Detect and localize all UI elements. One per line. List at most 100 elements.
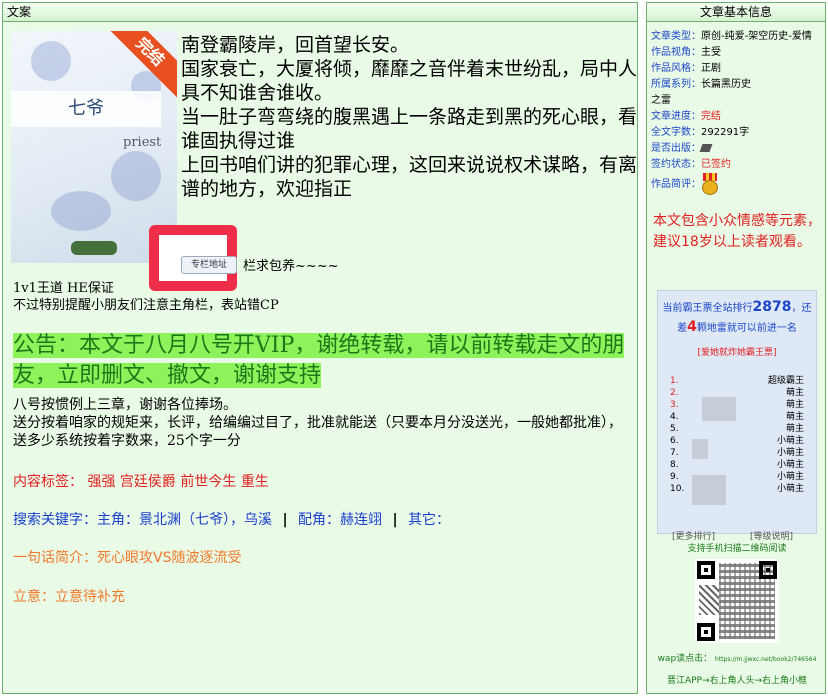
keywords-label: 搜索关键字： [13, 512, 97, 528]
info-row: 签约状态：已签约 [651, 157, 823, 173]
rank-entry: 5. 萌主 [658, 423, 818, 435]
protagonist-names[interactable]: 景北渊（七爷），乌溪 [139, 512, 272, 528]
book-description: 南登霸陵岸，回首望长安。 国家衰亡，大厦将倾，靡靡之音伴着末世纷乱，局中人具不知… [181, 33, 637, 201]
gap-suffix: 颗地雷就可以前进一名 [696, 323, 797, 334]
support-text: 栏求包养~~~~ [243, 259, 339, 274]
qr-pattern [699, 585, 719, 615]
tag-link[interactable]: 宫廷侯爵 [120, 474, 176, 490]
rank-title: 小萌主 [776, 460, 804, 470]
info-row: 全文字数：292291字 [651, 125, 823, 141]
synopsis-header: 文案 [3, 3, 637, 22]
info-value: 主受 [701, 47, 721, 58]
tag-link[interactable]: 前世今生 [180, 474, 236, 490]
rank-title: 萌主 [785, 424, 804, 434]
one-line-summary: 一句话简介：死心眼攻VS随波逐流受 [13, 547, 241, 567]
info-key: 文章类型： [651, 31, 701, 42]
info-row: 文章类型：原创-纯爱-架空历史-爱情 [651, 29, 823, 45]
summary-value: 死心眼攻VS随波逐流受 [97, 550, 242, 566]
info-value: 正剧 [701, 63, 721, 74]
content-tags: 内容标签： 强强 宫廷侯爵 前世今生 重生 [13, 471, 269, 491]
rank-entry: 4. 萌主 [658, 411, 818, 423]
protagonist-label: 主角： [97, 512, 139, 528]
vip-announcement: 公告：本文于八月八号开VIP，谢绝转载，请以前转载走文的朋友，立即删文、撤文，谢… [13, 331, 625, 391]
update-notes: 八号按惯例上三章，谢谢各位捧场。 送分按着咱家的规矩来，长评，给编编过目了，批准… [13, 396, 633, 450]
description-line: 当一肚子弯弯绕的腹黑遇上一条路走到黑的死心眼，看谁固执得过谁 [181, 106, 638, 152]
series-link-tail[interactable]: 之雷 [651, 95, 671, 106]
qr-finder [697, 623, 715, 641]
rank-title: 小萌主 [776, 448, 804, 458]
info-value: 原创-纯爱-架空历史-爱情 [701, 31, 812, 42]
rank-entry: 2. 萌主 [658, 387, 818, 399]
rank-index: 2. [670, 388, 679, 398]
info-key: 作品视角： [651, 47, 701, 58]
info-row: 作品视角：主受 [651, 45, 823, 61]
word-count: 292291字 [701, 127, 750, 138]
summary-label: 一句话简介： [13, 550, 97, 566]
info-row: 是否出版： [651, 141, 823, 157]
rank-index: 1. [670, 376, 679, 386]
ranking-list: 1. 超级霸王 2. 萌主 3. 萌主 4. 萌主 5. 萌主 6. 小萌主 7. 小萌主 8… [658, 375, 818, 495]
info-key: 所属系列： [651, 79, 701, 90]
flower-decoration [51, 191, 111, 231]
rank-index: 3. [670, 400, 679, 410]
intent-value: 立意待补充 [55, 589, 125, 605]
intent-label: 立意： [13, 589, 55, 605]
rank-index: 5. [670, 424, 679, 434]
info-key: 全文字数： [651, 127, 701, 138]
plant-icon [71, 241, 117, 255]
info-key: 签约状态： [651, 159, 701, 170]
rank-entry: 8. 小萌主 [658, 459, 818, 471]
rank-title: 萌主 [785, 388, 804, 398]
search-keywords: 搜索关键字：主角：景北渊（七爷），乌溪 | 配角：赫连翊 | 其它： [13, 509, 450, 529]
info-key: 作品风格： [651, 63, 701, 74]
rank-index: 4. [670, 412, 679, 422]
synopsis-panel: 文案 七爷 priest 完结 南登霸陵岸，回首望长安。 国家衰亡，大厦将倾，靡… [2, 2, 638, 694]
age-warning: 本文包含小众情感等元素，建议18岁以上读者观看。 [653, 213, 821, 250]
rank-entry: 3. 萌主 [658, 399, 818, 411]
rank-index: 9. [670, 472, 679, 482]
published-icon [699, 144, 713, 152]
medal-icon[interactable] [701, 173, 719, 195]
author-column-button[interactable]: 专栏地址 [181, 256, 237, 274]
gap-number: 4 [687, 319, 697, 335]
tag-link[interactable]: 重生 [241, 474, 269, 490]
bomb-link[interactable]: [爱她就炸她霸王票] [658, 345, 816, 358]
rank-line: 当前霸王票全站排行2878，还 [658, 299, 816, 315]
rank-suffix: ，还 [791, 303, 812, 314]
rank-title: 萌主 [785, 400, 804, 410]
tag-link[interactable]: 强强 [87, 474, 115, 490]
rank-entry: 6. 小萌主 [658, 435, 818, 447]
note-paragraph: 八号按惯例上三章，谢谢各位捧场。 [13, 397, 237, 413]
rank-title: 超级霸王 [767, 376, 804, 386]
wap-link[interactable]: https://m.jjwxc.net/book2/746564 [715, 656, 816, 663]
rank-index: 10. [670, 484, 685, 494]
info-row: 作品简评： [651, 173, 823, 195]
rank-entry: 1. 超级霸王 [658, 375, 818, 387]
info-row: 所属系列：长篇黑历史 [651, 77, 823, 93]
supporting-names[interactable]: 赫连翊 [340, 512, 382, 528]
separator: | [392, 512, 398, 528]
medal-coin [702, 180, 718, 195]
rank-index: 8. [670, 460, 679, 470]
wap-line: wap读点击： https://m.jjwxc.net/book2/746564 [647, 651, 827, 664]
progress-value: 完结 [701, 111, 721, 122]
book-info-panel: 文章基本信息 文章类型：原创-纯爱-架空历史-爱情 作品视角：主受 作品风格：正… [646, 2, 826, 694]
blurred-username [692, 439, 708, 459]
rank-index: 7. [670, 448, 679, 458]
description-line: 上回书咱们讲的犯罪心理，这回来说说权术谋略，有离谱的地方，欢迎指正 [181, 154, 638, 200]
separator: | [282, 512, 288, 528]
rank-entry: 10. 小萌主 [658, 483, 818, 495]
rank-entry: 9. 小萌主 [658, 471, 818, 483]
app-hint: 晋江APP→右上角人头→右上角小框 [666, 676, 808, 686]
supporting-label: 配角： [298, 512, 341, 528]
announcement-text: 公告：本文于八月八号开VIP，谢绝转载，请以前转载走文的朋友，立即删文、撤文，谢… [13, 333, 625, 388]
info-row: 文章进度：完结 [651, 109, 823, 125]
info-key: 是否出版： [651, 143, 701, 154]
cover-title: 七爷 [11, 91, 161, 127]
info-key: 作品简评： [651, 179, 701, 190]
series-link[interactable]: 长篇黑历史 [701, 79, 751, 90]
qr-code-icon [695, 559, 779, 643]
sign-status: 已签约 [701, 159, 731, 170]
intent-line: 立意：立意待补充 [13, 586, 125, 606]
blurred-username [702, 397, 736, 421]
